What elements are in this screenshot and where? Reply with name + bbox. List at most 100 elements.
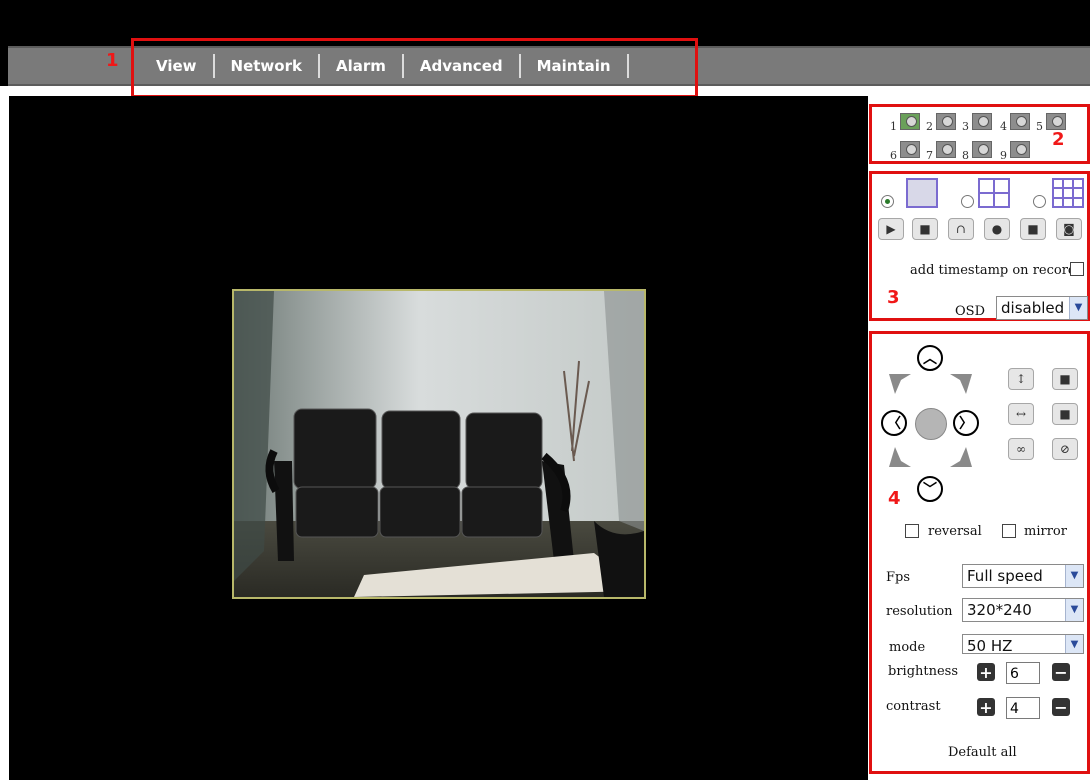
timestamp-label: add timestamp on record [910,263,1077,278]
camera-thumb-9[interactable] [1010,141,1030,158]
chevron-down-icon: ▼ [1069,297,1087,319]
timestamp-checkbox[interactable] [1070,262,1084,276]
osd-select-value: disabled [1001,299,1065,317]
ptz-up-right-icon[interactable] [948,372,974,396]
video-camera-icon: ■ [1027,222,1039,236]
stop-icon: ■ [919,222,931,236]
chevron-down-icon: ﹀ [923,482,937,498]
annotation-number-1: 1 [106,50,119,71]
camera-thumb-4[interactable] [1010,113,1030,130]
camera-thumb-2[interactable] [936,113,956,130]
contrast-minus-button[interactable]: − [1052,697,1070,717]
camera-thumb-7[interactable] [936,141,956,158]
ptz-right-button[interactable]: 〉 [953,410,979,436]
unlink-icon: ⊘ [1059,442,1071,456]
ptz-down-right-icon[interactable] [948,445,974,469]
brightness-plus-button[interactable]: + [977,662,995,682]
vertical-stop-button[interactable]: ■ [1052,368,1078,390]
layout-nine-icon[interactable] [1052,178,1084,208]
camera-label-2: 2 [926,120,933,133]
headphones-icon: ∩ [955,222,967,236]
annotation-number-2: 2 [1052,129,1065,150]
camera-label-9: 9 [1000,149,1007,162]
camera-label-1: 1 [890,120,897,133]
minus-icon: − [1054,697,1068,717]
chevron-left-icon: 〈 [887,416,901,432]
osd-select[interactable]: disabled ▼ [996,296,1088,320]
link-icon: ∞ [1016,442,1026,456]
audio-button[interactable]: ∩ [948,218,974,240]
osd-label: OSD [955,304,985,319]
ptz-down-left-icon[interactable] [887,445,913,469]
layout-quad-radio[interactable] [961,195,974,208]
fps-select[interactable]: Full speed ▼ [962,564,1084,588]
play-button[interactable]: ▶ [878,218,904,240]
left-margin [0,86,9,780]
talk-button[interactable]: ● [984,218,1010,240]
stop-icon: ■ [1059,372,1071,386]
camera-label-6: 6 [890,149,897,162]
contrast-plus-button[interactable]: + [977,697,995,717]
mode-select[interactable]: 50 HZ ▼ [962,634,1084,654]
reversal-checkbox[interactable] [905,524,919,538]
chevron-down-icon: ▼ [1065,635,1083,653]
camera-label-7: 7 [926,149,933,162]
camera-video-frame [232,289,646,599]
plus-icon: + [979,662,993,682]
chevron-down-icon: ▼ [1065,565,1083,587]
fps-label: Fps [886,570,911,585]
ptz-down-button[interactable]: ﹀ [917,476,943,502]
stop-button[interactable]: ■ [912,218,938,240]
mode-label: mode [889,640,926,655]
layout-nine-radio[interactable] [1033,195,1046,208]
brightness-label: brightness [888,664,959,679]
brightness-minus-button[interactable]: − [1052,662,1070,682]
camera-label-4: 4 [1000,120,1007,133]
reversal-label: reversal [928,524,982,539]
ptz-center-button[interactable] [915,408,947,440]
camera-thumb-3[interactable] [972,113,992,130]
layout-quad-icon[interactable] [978,178,1010,208]
vertical-patrol-button[interactable]: ↕ [1008,368,1034,390]
resolution-select-value: 320*240 [967,601,1032,619]
camera-label-5: 5 [1036,120,1043,133]
mirror-label: mirror [1024,524,1067,539]
layout-single-icon[interactable] [906,178,938,208]
io-off-button[interactable]: ⊘ [1052,438,1078,460]
camera-scene-image [234,291,644,597]
mode-select-value: 50 HZ [967,637,1013,654]
contrast-value-field[interactable]: 4 [1006,697,1040,719]
record-button[interactable]: ■ [1020,218,1046,240]
camera-icon: ◙ [1063,222,1075,236]
horizontal-patrol-button[interactable]: ↔ [1008,403,1034,425]
layout-single-radio[interactable] [881,195,894,208]
mirror-checkbox[interactable] [1002,524,1016,538]
chevron-down-icon: ▼ [1065,599,1083,621]
ptz-left-button[interactable]: 〈 [881,410,907,436]
io-on-button[interactable]: ∞ [1008,438,1034,460]
stop-icon: ■ [1059,407,1071,421]
brightness-value-field[interactable]: 6 [1006,662,1040,684]
horizontal-arrows-icon: ↔ [1015,407,1027,421]
ptz-up-button[interactable]: ︿ [917,345,943,371]
chevron-up-icon: ︿ [923,351,937,367]
resolution-label: resolution [886,604,953,619]
annotation-box-1 [131,38,698,98]
resolution-select[interactable]: 320*240 ▼ [962,598,1084,622]
default-all-button[interactable]: Default all [948,745,1017,760]
microphone-icon: ● [991,222,1003,236]
minus-icon: − [1054,662,1068,682]
fps-select-value: Full speed [967,567,1043,585]
camera-label-8: 8 [962,149,969,162]
annotation-number-3: 3 [887,287,900,308]
chevron-right-icon: 〉 [959,416,973,432]
camera-thumb-8[interactable] [972,141,992,158]
contrast-label: contrast [886,699,941,714]
horizontal-stop-button[interactable]: ■ [1052,403,1078,425]
camera-thumb-1[interactable] [900,113,920,130]
camera-thumb-6[interactable] [900,141,920,158]
snapshot-button[interactable]: ◙ [1056,218,1082,240]
ptz-up-left-icon[interactable] [887,372,913,396]
camera-thumb-5[interactable] [1046,113,1066,130]
plus-icon: + [979,697,993,717]
